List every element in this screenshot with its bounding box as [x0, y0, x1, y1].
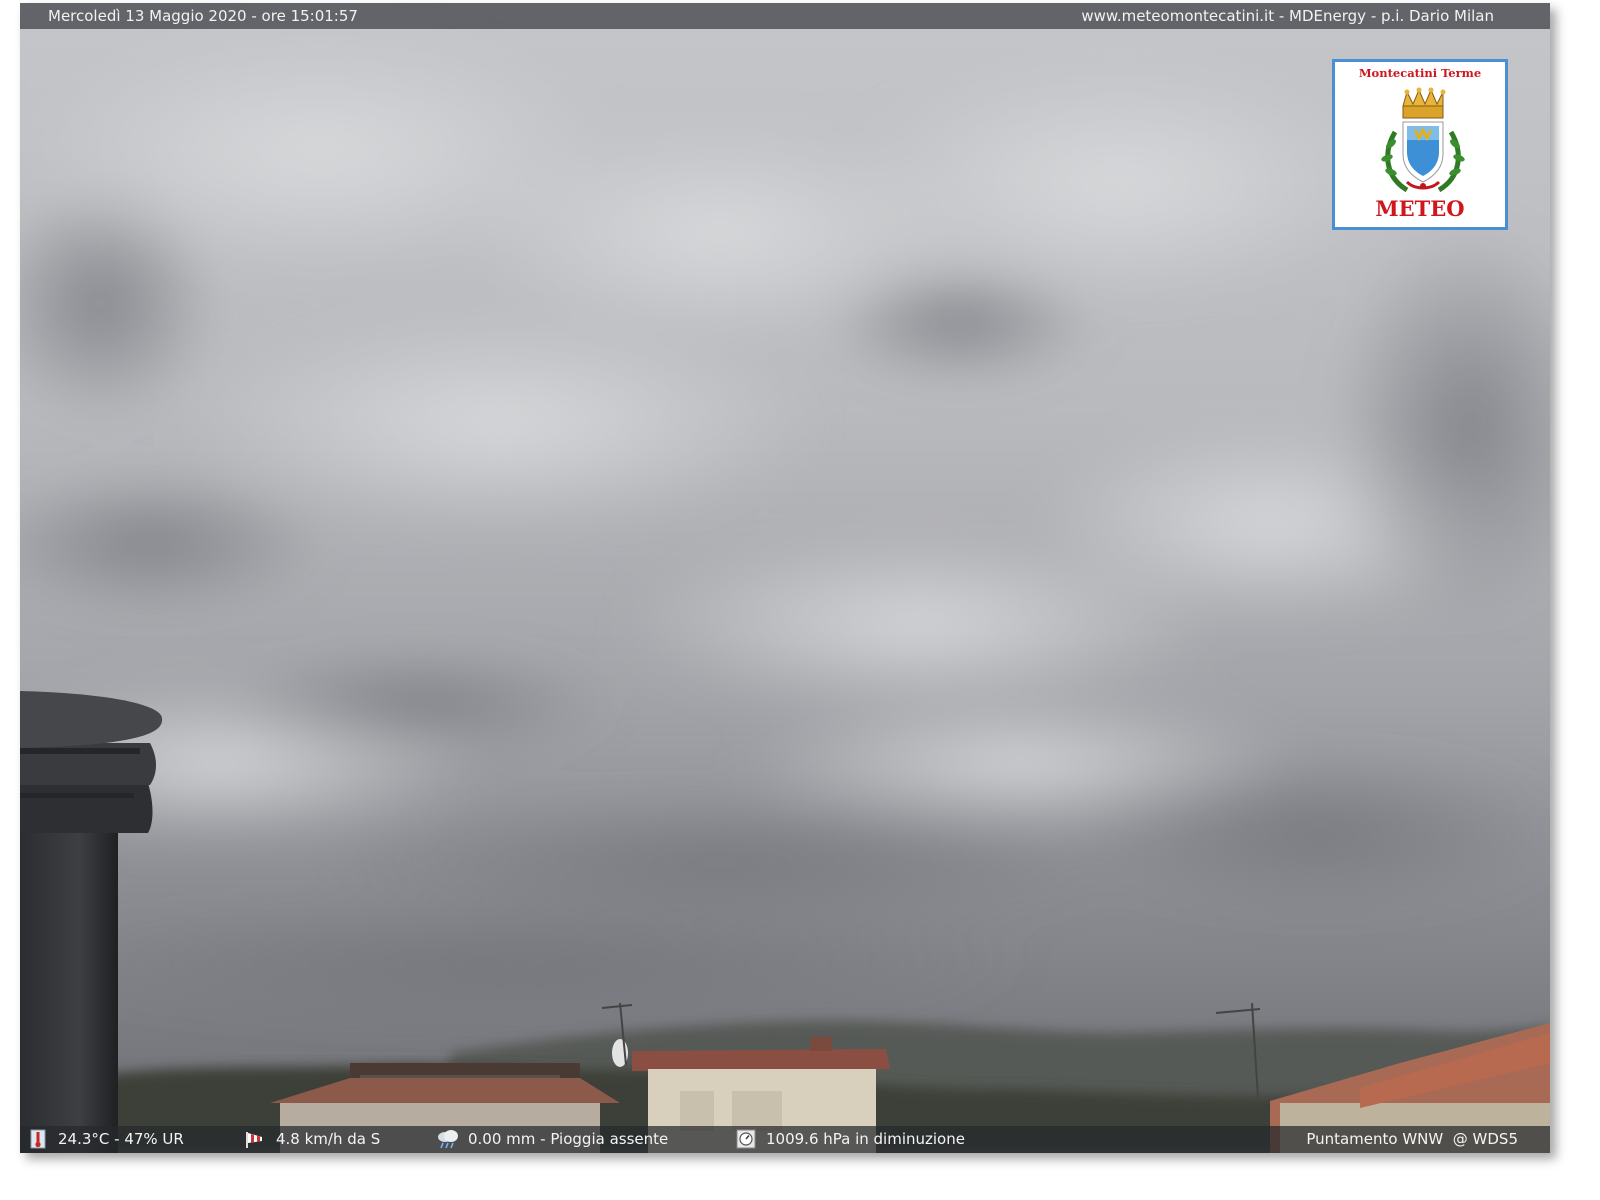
temperature-text: 24.3°C - 47% UR [58, 1130, 184, 1148]
logo-town-name: Montecatini Terme [1358, 66, 1482, 80]
capture-datetime: Mercoledì 13 Maggio 2020 - ore 15:01:57 [48, 7, 358, 25]
logo-meteo-label: METEO [1375, 196, 1465, 221]
thermometer-icon [30, 1129, 46, 1149]
pointing-text: Puntamento WNW @ WDS5 [1306, 1130, 1518, 1148]
coat-of-arms-icon [1381, 87, 1465, 193]
top-info-bar: Mercoledì 13 Maggio 2020 - ore 15:01:57 … [20, 3, 1550, 29]
bottom-weather-bar: 24.3°C - 47% UR 4.8 km/h da S 0.00 mm - … [20, 1126, 1550, 1153]
webcam-scene [20, 3, 1550, 1153]
camera-pointing: Puntamento WNW @ WDS5 [1306, 1126, 1518, 1153]
webcam-frame: Mercoledì 13 Maggio 2020 - ore 15:01:57 … [20, 3, 1550, 1153]
site-credits: www.meteomontecatini.it - MDEnergy - p.i… [1081, 7, 1494, 25]
barometer-icon [736, 1129, 756, 1149]
rain-cloud-icon [438, 1130, 458, 1149]
montecatini-meteo-logo: Montecatini Terme METEO [1332, 59, 1508, 230]
wind-text: 4.8 km/h da S [276, 1130, 381, 1148]
windsock-icon [246, 1132, 262, 1148]
pressure-text: 1009.6 hPa in diminuzione [766, 1130, 965, 1148]
rain-text: 0.00 mm - Pioggia assente [468, 1130, 669, 1148]
